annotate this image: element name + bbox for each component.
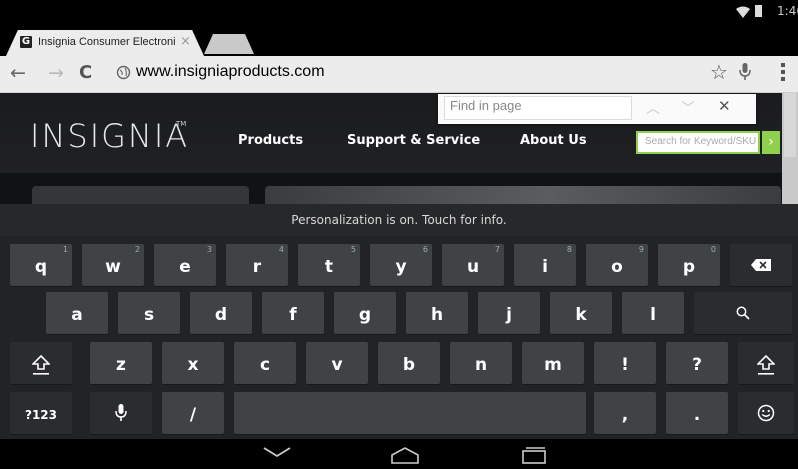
url-text[interactable]: www.insigniaproducts.com (136, 63, 325, 81)
key-k[interactable]: k (550, 292, 612, 334)
key-c[interactable]: c (234, 342, 296, 384)
key-space[interactable] (234, 392, 586, 434)
key-x[interactable]: x (162, 342, 224, 384)
insignia-logo[interactable]: INSIGNIA (30, 117, 189, 155)
battery-icon (755, 5, 762, 17)
nav-support-service[interactable]: Support & Service (347, 133, 480, 148)
key-h[interactable]: h (406, 292, 468, 334)
key-n[interactable]: n (450, 342, 512, 384)
key-voice[interactable] (90, 392, 152, 434)
wifi-icon (736, 6, 750, 18)
key-e[interactable]: e3 (154, 244, 216, 286)
forward-icon[interactable]: → (48, 62, 64, 84)
overflow-menu-icon[interactable] (780, 62, 786, 82)
nav-products[interactable]: Products (238, 133, 303, 148)
nav-back-icon[interactable] (262, 444, 292, 460)
key-exclamation[interactable]: ! (594, 342, 656, 384)
key-q[interactable]: q1 (10, 244, 72, 286)
key-o[interactable]: o9 (586, 244, 648, 286)
key-d[interactable]: d (190, 292, 252, 334)
key-period[interactable]: . (666, 392, 728, 434)
search-icon (736, 306, 750, 320)
key-r[interactable]: r4 (226, 244, 288, 286)
nav-recents-icon[interactable] (519, 446, 549, 464)
key-l[interactable]: l (622, 292, 684, 334)
tab-favicon-icon: G (20, 36, 32, 48)
voice-search-icon[interactable] (738, 62, 752, 82)
key-y[interactable]: y6 (370, 244, 432, 286)
shift-icon (32, 355, 50, 375)
key-question[interactable]: ? (666, 342, 728, 384)
key-v[interactable]: v (306, 342, 368, 384)
key-a[interactable]: a (46, 292, 108, 334)
mic-icon (115, 404, 127, 421)
back-icon[interactable]: ← (10, 62, 26, 84)
key-u[interactable]: u7 (442, 244, 504, 286)
key-g[interactable]: g (334, 292, 396, 334)
key-z[interactable]: z (90, 342, 152, 384)
tab-close-icon[interactable]: × (180, 34, 191, 49)
nav-home-icon[interactable] (390, 446, 420, 464)
key-s[interactable]: s (118, 292, 180, 334)
key-backspace[interactable] (730, 244, 792, 286)
page-scroll-thumb[interactable] (784, 93, 796, 157)
key-f[interactable]: f (262, 292, 324, 334)
find-next-icon[interactable]: ﹀ (681, 98, 695, 118)
find-previous-icon[interactable]: ︿ (646, 98, 660, 118)
shift-icon (757, 355, 775, 375)
logo-trademark: TM (176, 120, 187, 128)
key-shift-left[interactable] (10, 342, 72, 384)
key-b[interactable]: b (378, 342, 440, 384)
status-time: 1:46 (777, 4, 798, 18)
key-emoji[interactable] (738, 392, 794, 434)
key-slash[interactable]: / (162, 392, 224, 434)
find-in-page-placeholder: Find in page (450, 98, 522, 113)
reload-icon[interactable]: C (79, 62, 92, 84)
key-m[interactable]: m (522, 342, 584, 384)
bookmark-star-icon[interactable]: ☆ (710, 60, 728, 84)
key-shift-right[interactable] (738, 342, 794, 384)
find-close-icon[interactable]: ✕ (718, 97, 731, 115)
backspace-icon (751, 259, 771, 271)
site-search-placeholder: Search for Keyword/SKU (645, 136, 757, 147)
key-symbols[interactable]: ?123 (10, 392, 72, 434)
key-t[interactable]: t5 (298, 244, 360, 286)
tab-title: Insignia Consumer Electronics (38, 36, 176, 48)
key-w[interactable]: w2 (82, 244, 144, 286)
status-bar (0, 0, 798, 24)
emoji-icon (757, 404, 775, 422)
key-search[interactable] (694, 292, 792, 334)
site-search-go-icon[interactable]: › (762, 131, 780, 154)
key-p[interactable]: p0 (658, 244, 720, 286)
nav-about-us[interactable]: About Us (520, 133, 587, 148)
globe-icon (116, 65, 131, 80)
personalization-notice[interactable]: Personalization is on. Touch for info. (0, 213, 798, 227)
key-j[interactable]: j (478, 292, 540, 334)
key-comma[interactable]: , (594, 392, 656, 434)
key-i[interactable]: i8 (514, 244, 576, 286)
